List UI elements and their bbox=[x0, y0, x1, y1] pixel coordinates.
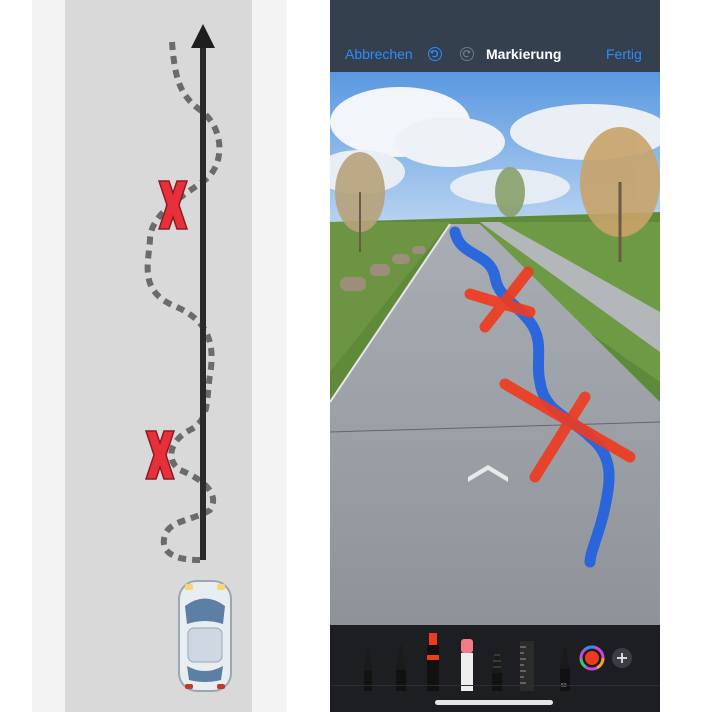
pencil-icon[interactable]: 50 bbox=[560, 643, 570, 691]
toolbar-divider bbox=[330, 685, 660, 686]
cross-mark-lower bbox=[144, 430, 176, 480]
markup-toolbar: 50 bbox=[330, 625, 660, 712]
highlighter-icon[interactable] bbox=[427, 633, 439, 691]
markup-header: Abbrechen Markierung Fertig bbox=[330, 0, 660, 72]
add-icon[interactable] bbox=[612, 648, 632, 668]
ruler-icon[interactable] bbox=[520, 641, 534, 691]
cross-mark-upper bbox=[157, 180, 189, 230]
undo-icon[interactable] bbox=[428, 47, 442, 61]
done-button[interactable]: Fertig bbox=[606, 46, 642, 62]
home-indicator[interactable] bbox=[435, 700, 553, 705]
eraser-icon[interactable] bbox=[461, 639, 473, 691]
color-picker-icon[interactable] bbox=[579, 645, 605, 671]
redo-icon[interactable] bbox=[460, 47, 474, 61]
svg-text:50: 50 bbox=[561, 683, 567, 689]
page-title: Markierung bbox=[486, 46, 562, 62]
phone-screen: Abbrechen Markierung Fertig 50 bbox=[330, 0, 660, 712]
dotted-path bbox=[144, 41, 223, 563]
arrow-up-icon bbox=[191, 24, 215, 48]
cancel-button[interactable]: Abbrechen bbox=[345, 46, 413, 62]
marker-icon[interactable] bbox=[396, 643, 406, 691]
street-photo bbox=[330, 72, 660, 625]
car-icon bbox=[178, 580, 232, 692]
